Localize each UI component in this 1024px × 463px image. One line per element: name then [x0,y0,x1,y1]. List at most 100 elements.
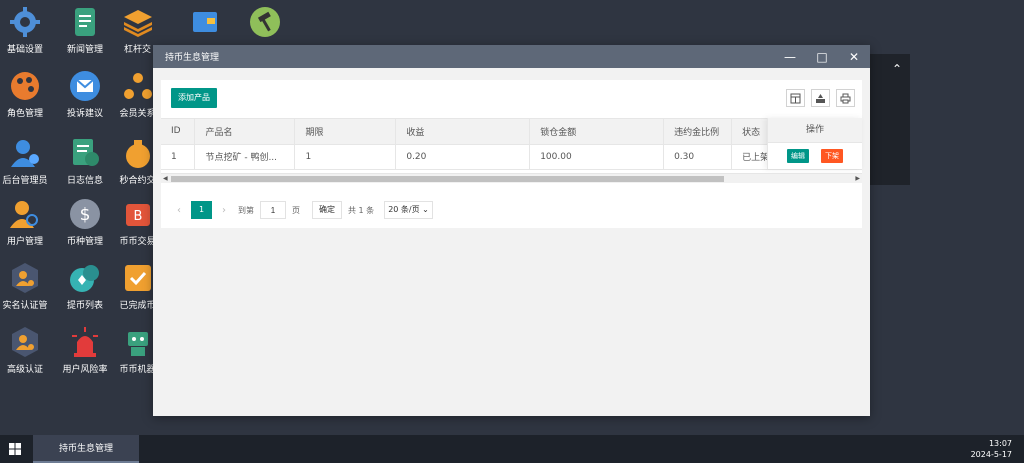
scroll-right-icon[interactable]: ▶ [855,174,860,184]
desktop-icon-advanced-verify[interactable]: 高级认证 [0,326,55,375]
desktop-icon-label: 日志信息 [66,176,103,186]
print-icon[interactable] [836,89,855,107]
columns-filter-icon[interactable] [786,89,805,107]
operations-cell: 编辑 下架 [768,143,862,168]
desktop-icon-kyc[interactable]: 实名认证管 [0,262,55,311]
page-input[interactable] [260,201,286,219]
chevron-down-icon: ⌄ [422,205,429,214]
windows-start-icon[interactable] [9,443,21,455]
background-window[interactable]: ⌃ [868,54,910,185]
window-content: 添加产品 ID 产品名 期限 收益 锁仓金额 违约金比例 状态 1 节点挖矿 -… [153,68,870,416]
operations-column: 操作 编辑 下架 [767,118,862,169]
cell-penalty-rate: 0.30 [663,144,733,170]
mail-icon [70,71,100,101]
desktop-icon-label: 提币列表 [66,301,103,311]
desktop-icon-label: 实名认证管 [2,301,48,311]
confirm-button[interactable]: 确定 [312,201,342,219]
desktop-icon-admins[interactable]: 后台管理员 [0,137,55,186]
check-icon [124,265,151,291]
desktop-icon-news[interactable]: 新闻管理 [55,6,115,55]
desktop-icon-users[interactable]: 用户管理 [0,198,55,247]
desktop-icon-risk-rate[interactable]: 用户风险率 [55,326,115,375]
network-icon [123,73,152,99]
chevron-up-icon[interactable]: ⌃ [892,62,902,76]
edit-button[interactable]: 编辑 [787,148,809,163]
taskbar-item-active[interactable]: 持币生息管理 [33,435,139,463]
col-term[interactable]: 期限 [294,119,397,145]
desktop-icon-label: 币种管理 [66,237,103,247]
scrollbar-thumb[interactable] [171,176,724,182]
desktop-icon-label: 用户管理 [6,237,43,247]
close-button[interactable]: ✕ [838,45,870,68]
dollar-icon: $ [70,199,100,229]
pagination: ‹ 1 › 到第 页 确定 共 1 条 20 条/页 ⌄ [171,201,433,219]
layers-icon [123,10,152,37]
system-clock[interactable]: 13:07 2024-5-17 [971,438,1012,460]
cell-product-name: 节点挖矿 - 鸭创... [194,144,296,170]
taskbar: 持币生息管理 13:07 2024-5-17 [0,435,1024,463]
svg-text:B: B [133,209,142,224]
table-header-row: ID 产品名 期限 收益 锁仓金额 违约金比例 状态 [161,119,862,145]
money-bag-icon [125,140,150,168]
desktop-icon-label: 高级认证 [6,365,43,375]
table-row[interactable]: 1 节点挖矿 - 鸭创... 1 0.20 100.00 0.30 已上架 [161,144,862,170]
desktop-icon-logs[interactable]: 日志信息 [55,137,115,186]
desktop-icon-currencies[interactable]: $ 币种管理 [55,198,115,247]
prev-page-icon[interactable]: ‹ [171,205,187,216]
horizontal-scrollbar[interactable]: ◀ ▶ [161,173,862,183]
page-label: 页 [292,205,300,215]
table-tools [786,89,855,107]
cell-id: 1 [161,144,196,170]
desktop-icon-basic-settings[interactable]: 基础设置 [0,6,55,55]
desktop-icon-withdrawals[interactable]: 提币列表 [55,262,115,311]
card-icon [193,12,217,32]
svg-text:$: $ [80,205,91,225]
col-yield[interactable]: 收益 [395,119,531,145]
hammer-icon [250,7,280,37]
document-icon [75,8,95,36]
minimize-button[interactable]: — [774,45,806,68]
col-product-name[interactable]: 产品名 [194,119,296,145]
desktop-icon-label: 新闻管理 [66,45,103,55]
table-toolbar: 添加产品 [161,80,862,118]
desktop-icon-label: 角色管理 [6,109,43,119]
desktop-icon-label: 用户风险率 [62,365,108,375]
cell-locked-amount: 100.00 [529,144,665,170]
gear-icon [10,7,40,37]
bitcoin-icon: B [125,204,150,226]
col-operations: 操作 [768,118,862,143]
window-titlebar[interactable]: 持币生息管理 — □ ✕ [153,45,870,68]
next-page-icon[interactable]: › [216,205,232,216]
desktop-icon-hammer[interactable] [235,6,295,38]
window-title: 持币生息管理 [165,53,220,63]
clock-date: 2024-5-17 [970,450,1012,459]
alarm-icon [72,327,98,357]
desktop-icon-label: 基础设置 [6,45,43,55]
clock-time: 13:07 [988,439,1012,448]
total-count: 共 1 条 [348,205,375,215]
scroll-left-icon[interactable]: ◀ [163,174,168,184]
cell-yield: 0.20 [395,144,531,170]
page-size-select[interactable]: 20 条/页 ⌄ [384,201,433,219]
delist-button[interactable]: 下架 [821,148,843,163]
page-size-value: 20 条/页 [388,205,420,214]
advanced-verify-icon [12,327,38,357]
desktop-icon-label: 投诉建议 [66,109,103,119]
verify-user-icon [12,263,38,293]
desktop-icon-label: 后台管理员 [2,176,48,186]
col-locked-amount[interactable]: 锁仓金额 [529,119,665,145]
add-product-button[interactable]: 添加产品 [171,88,217,108]
desktop-icon-complaints[interactable]: 投诉建议 [55,70,115,119]
current-page[interactable]: 1 [191,201,212,219]
desktop-icon-card[interactable] [175,6,235,38]
goto-label: 到第 [238,205,254,215]
coin-list-icon [70,265,99,292]
col-id[interactable]: ID [161,119,196,145]
col-penalty-rate[interactable]: 违约金比例 [663,119,733,145]
export-icon[interactable] [811,89,830,107]
table-panel: 添加产品 ID 产品名 期限 收益 锁仓金额 违约金比例 状态 1 节点挖矿 -… [161,80,862,228]
user-search-icon [10,201,38,228]
admin-user-icon [11,140,39,167]
desktop-icon-roles[interactable]: 角色管理 [0,70,55,119]
maximize-button[interactable]: □ [806,45,838,68]
